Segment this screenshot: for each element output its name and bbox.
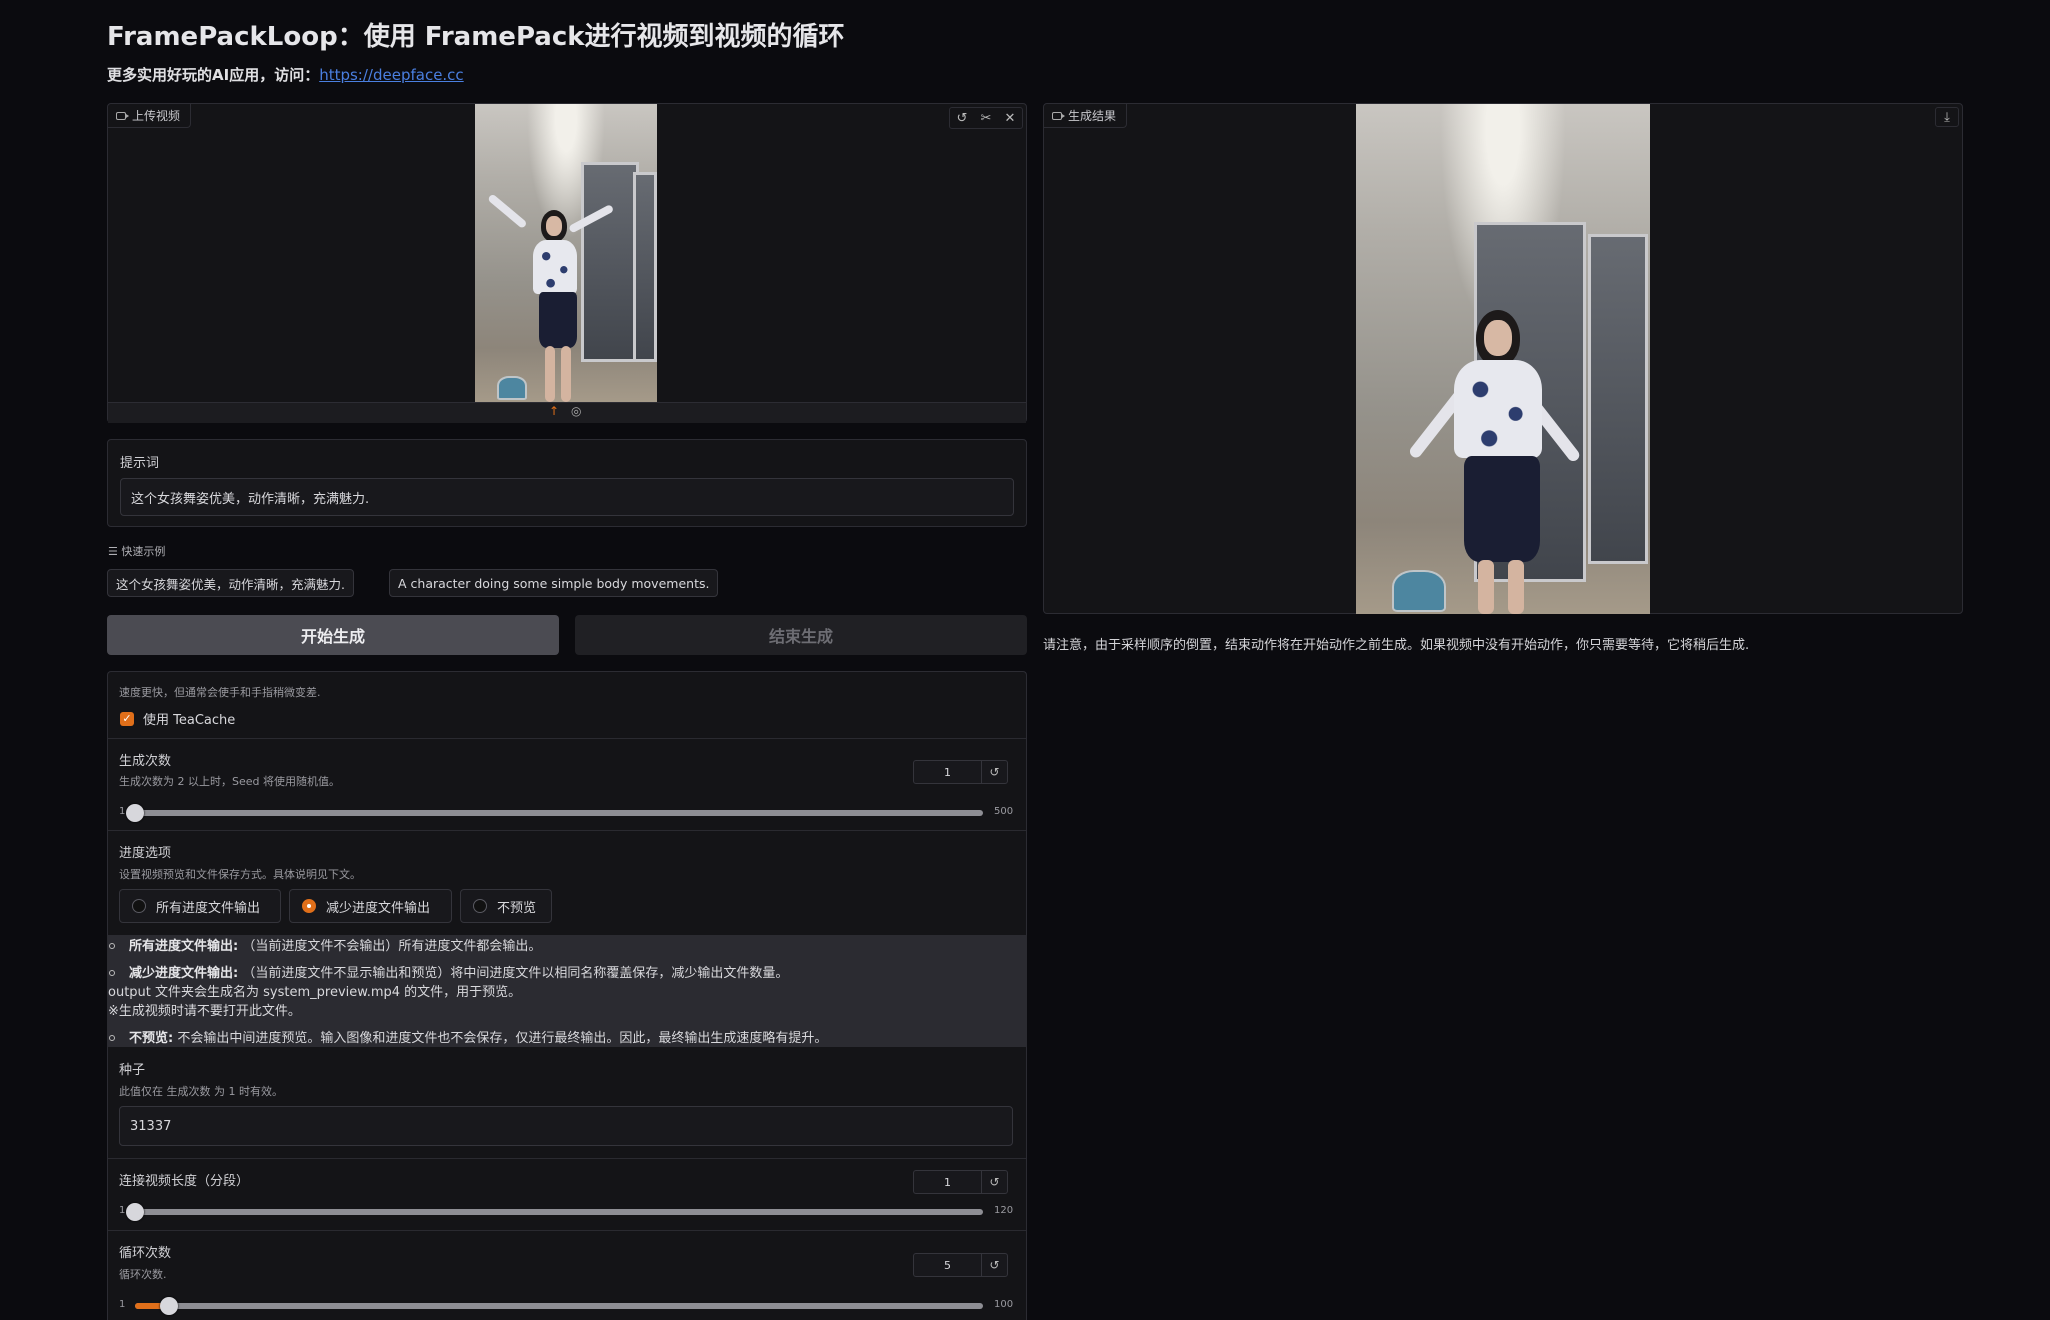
bullet-icon <box>109 942 115 949</box>
reset-icon[interactable]: ↺ <box>981 1254 1007 1276</box>
slider-thumb[interactable] <box>160 1297 178 1315</box>
deepface-link[interactable]: https://deepface.cc <box>319 66 463 84</box>
result-label: 生成结果 <box>1044 104 1128 128</box>
slider-thumb[interactable] <box>126 1203 144 1221</box>
gen-count-max: 500 <box>994 806 1014 817</box>
examples-label: ☰ 快速示例 <box>108 545 166 558</box>
connect-length-min: 1 <box>119 1205 126 1216</box>
example-english[interactable]: A character doing some simple body movem… <box>389 569 719 597</box>
radio-all-progress[interactable]: 所有进度文件输出 <box>119 889 281 923</box>
reset-icon[interactable]: ↺ <box>981 1171 1007 1193</box>
progress-option-label: 进度选项 <box>119 846 172 861</box>
example-chinese[interactable]: 这个女孩舞姿优美，动作清晰，充满魅力. <box>107 569 354 597</box>
loop-count-number[interactable]: 5 ↺ <box>913 1253 1008 1277</box>
undo-icon[interactable]: ↺ <box>950 108 974 128</box>
upload-icon[interactable]: ↑ <box>549 404 559 418</box>
dancer-figure <box>475 104 657 402</box>
gen-count-label: 生成次数 <box>119 754 172 769</box>
uploaded-video-preview[interactable] <box>475 104 657 402</box>
subtitle-text: 更多实用好玩的AI应用，访问： <box>107 66 320 84</box>
connect-length-label: 连接视频长度（分段） <box>119 1174 250 1189</box>
radio-reduce-progress[interactable]: 减少进度文件输出 <box>289 889 452 923</box>
video-bottom-controls: ↑ ◎ <box>108 402 1026 423</box>
scissors-icon[interactable]: ✂ <box>974 108 998 128</box>
list-icon: ☰ <box>108 545 122 558</box>
end-generate-button[interactable]: 结束生成 <box>575 615 1027 655</box>
upload-video-panel[interactable]: 上传视频 ↺ ✂ ✕ ↑ ◎ <box>107 103 1027 423</box>
result-note: 请注意，由于采样顺序的倒置，结束动作将在开始动作之前生成。如果视频中没有开始动作… <box>1043 638 1750 653</box>
teacache-label: 使用 TeaCache <box>143 713 236 728</box>
connect-length-number[interactable]: 1 ↺ <box>913 1170 1008 1194</box>
close-icon[interactable]: ✕ <box>998 108 1022 128</box>
result-video-panel[interactable]: 生成结果 ⤓ <box>1043 103 1963 614</box>
gen-count-info: 生成次数为 2 以上时，Seed 将使用随机值。 <box>119 775 340 788</box>
connect-length-slider[interactable] <box>126 1203 983 1221</box>
radio-circle[interactable] <box>473 899 487 913</box>
slider-thumb[interactable] <box>126 804 144 822</box>
video-camera-icon <box>116 111 129 120</box>
loop-count-min: 1 <box>119 1299 126 1310</box>
camera-icon[interactable]: ◎ <box>571 404 581 418</box>
video-toolbar: ↺ ✂ ✕ <box>949 107 1023 129</box>
video-camera-icon <box>1052 111 1065 120</box>
radio-circle-selected[interactable] <box>302 899 316 913</box>
bullet-icon <box>109 1034 115 1041</box>
connect-length-max: 120 <box>994 1205 1014 1216</box>
loop-count-info: 循环次数. <box>119 1268 167 1281</box>
progress-notes: 所有进度文件输出: （当前进度文件不会输出）所有进度文件都会输出。 减少进度文件… <box>107 935 1027 1047</box>
page-title: FramePackLoop：使用 FramePack进行视频到视频的循环 <box>107 22 845 52</box>
reset-icon[interactable]: ↺ <box>981 761 1007 783</box>
teacache-checkbox[interactable]: ✓ <box>120 711 134 726</box>
loop-count-slider[interactable] <box>135 1297 983 1315</box>
result-video-preview[interactable] <box>1356 104 1650 614</box>
seed-label: 种子 <box>119 1063 146 1078</box>
dancer-figure <box>1356 104 1650 614</box>
gen-count-slider[interactable] <box>126 804 983 822</box>
page-subtitle: 更多实用好玩的AI应用，访问：https://deepface.cc <box>107 64 464 85</box>
prompt-panel: 提示词 这个女孩舞姿优美，动作清晰，充满魅力. <box>107 439 1027 527</box>
download-icon[interactable]: ⤓ <box>1935 107 1959 127</box>
prompt-input[interactable]: 这个女孩舞姿优美，动作清晰，充满魅力. <box>120 478 1014 516</box>
seed-input[interactable]: 31337 <box>119 1106 1013 1146</box>
teacache-checkbox-row[interactable]: ✓ 使用 TeaCache <box>120 709 235 728</box>
progress-option-info: 设置视频预览和文件保存方式。具体说明见下文。 <box>119 868 361 881</box>
radio-circle[interactable] <box>132 899 146 913</box>
gen-count-min: 1 <box>119 806 126 817</box>
teacache-info: 速度更快，但通常会使手和手指稍微变差. <box>119 686 321 699</box>
prompt-label: 提示词 <box>120 456 160 471</box>
loop-count-label: 循环次数 <box>119 1246 172 1261</box>
bullet-icon <box>109 969 115 976</box>
start-generate-button[interactable]: 开始生成 <box>107 615 559 655</box>
upload-video-label: 上传视频 <box>108 104 192 128</box>
gen-count-number[interactable]: 1 ↺ <box>913 760 1008 784</box>
seed-info: 此值仅在 生成次数 为 1 时有效。 <box>119 1085 283 1098</box>
radio-no-preview[interactable]: 不预览 <box>460 889 552 923</box>
loop-count-max: 100 <box>994 1299 1014 1310</box>
